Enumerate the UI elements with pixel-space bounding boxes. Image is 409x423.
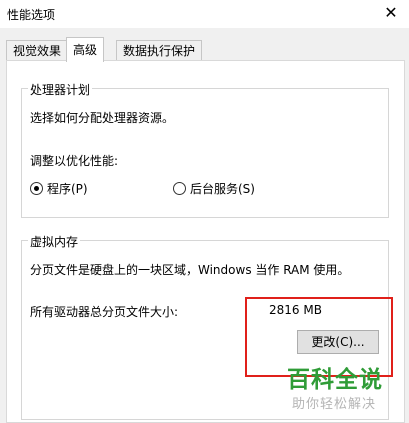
virtual-memory-title: 虚拟内存 — [28, 233, 81, 250]
tab-visual-effects[interactable]: 视觉效果 — [6, 40, 69, 61]
radio-programs[interactable]: 程序(P) — [30, 180, 88, 197]
optimize-performance-label: 调整以优化性能: — [30, 154, 119, 168]
close-icon[interactable]: ✕ — [379, 2, 403, 24]
radio-background-services-label: 后台服务(S) — [190, 182, 255, 196]
change-button[interactable]: 更改(C)... — [297, 330, 379, 354]
watermark-subtitle: 助你轻松解决 — [292, 397, 377, 412]
radio-programs-label: 程序(P) — [47, 182, 88, 196]
processor-scheduling-group: 处理器计划 选择如何分配处理器资源。 调整以优化性能: 程序(P) 后台服务(S… — [21, 81, 389, 218]
virtual-memory-description: 分页文件是硬盘上的一块区域，Windows 当作 RAM 使用。 — [30, 263, 350, 277]
watermark-logo: 百科全说 — [287, 367, 383, 393]
processor-scheduling-description: 选择如何分配处理器资源。 — [30, 111, 175, 125]
radio-selected-icon[interactable] — [30, 182, 43, 195]
tab-advanced[interactable]: 高级 — [66, 37, 105, 62]
performance-options-window: 性能选项 ✕ 视觉效果 高级 数据执行保护 处理器计划 选择如何分配处理器资源。… — [0, 0, 409, 423]
processor-scheduling-title: 处理器计划 — [28, 81, 93, 98]
tab-data-execution-prevention[interactable]: 数据执行保护 — [116, 40, 203, 61]
total-paging-file-label: 所有驱动器总分页文件大小: — [30, 305, 179, 319]
window-title: 性能选项 — [7, 8, 56, 22]
radio-unselected-icon[interactable] — [173, 182, 186, 195]
title-bar: 性能选项 ✕ — [0, 0, 409, 28]
radio-background-services[interactable]: 后台服务(S) — [173, 180, 255, 197]
